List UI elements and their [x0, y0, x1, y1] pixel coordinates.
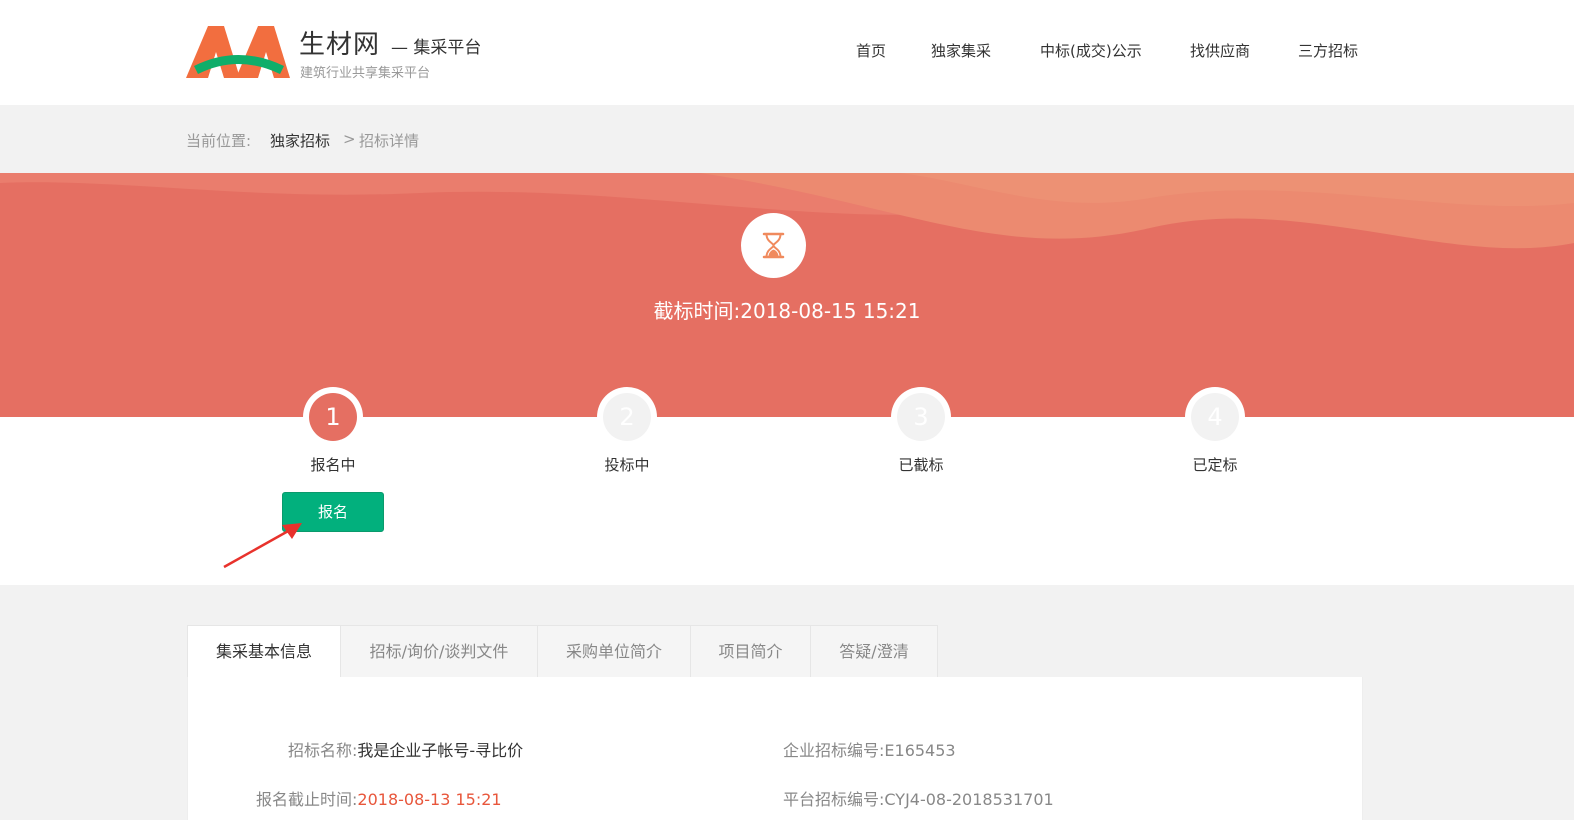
nav-home[interactable]: 首页 — [856, 40, 886, 61]
step-number: 2 — [603, 393, 651, 441]
step-number: 4 — [1191, 393, 1239, 441]
breadcrumb-current: 招标详情 — [359, 132, 420, 150]
breadcrumb-link-exclusive-tender[interactable]: 独家招标 — [270, 130, 330, 151]
brand-slogan: 建筑行业共享集采平台 — [300, 66, 431, 81]
step-1-circle: 1 — [303, 387, 363, 447]
step-2-label: 投标中 — [604, 456, 650, 474]
breadcrumb: 当前位置: 独家招标 > 招标详情 — [0, 105, 1574, 174]
nav-exclusive-procurement[interactable]: 独家集采 — [931, 40, 991, 61]
tender-progress-steps: 1 报名中 2 投标中 3 已截标 4 已定标 报名 — [0, 387, 1574, 585]
signup-deadline-value: 2018-08-13 15:21 — [357, 790, 502, 809]
step-3-label: 已截标 — [898, 456, 944, 474]
step-number: 1 — [309, 393, 357, 441]
deadline-banner: 截标时间:2018-08-15 15:21 — [0, 173, 1574, 417]
deadline-label: 截标时间: — [653, 299, 741, 323]
tab-basic-info[interactable]: 集采基本信息 — [187, 625, 341, 678]
platform-code-label: 平台招标编号: — [783, 790, 885, 809]
signup-deadline-label: 报名截止时间: — [256, 790, 358, 809]
breadcrumb-prefix: 当前位置: — [186, 132, 252, 150]
tab-purchaser-profile[interactable]: 采购单位简介 — [537, 625, 691, 678]
main-nav: 首页 独家集采 中标(成交)公示 找供应商 三方招标 — [0, 40, 1574, 64]
signup-deadline-field: 报名截止时间:2018-08-13 15:21 — [256, 786, 502, 810]
basic-info-panel: 招标名称:我是企业子帐号-寻比价 企业招标编号:E165453 报名截止时间:2… — [187, 677, 1363, 820]
tab-project-summary[interactable]: 项目简介 — [690, 625, 811, 678]
nav-third-party-tender[interactable]: 三方招标 — [1298, 40, 1358, 61]
tab-tender-documents[interactable]: 招标/询价/谈判文件 — [340, 625, 538, 678]
tender-name-field: 招标名称:我是企业子帐号-寻比价 — [288, 737, 523, 761]
hourglass-icon — [741, 213, 806, 278]
nav-award-announcement[interactable]: 中标(成交)公示 — [1040, 40, 1142, 61]
step-4-label: 已定标 — [1192, 456, 1238, 474]
tender-name-value: 我是企业子帐号-寻比价 — [357, 741, 524, 760]
company-code-value: E165453 — [884, 741, 956, 760]
breadcrumb-separator: > — [343, 130, 356, 148]
deadline-value: 2018-08-15 15:21 — [740, 299, 921, 323]
pointer-arrow-icon — [223, 523, 302, 569]
step-2-circle: 2 — [597, 387, 657, 447]
tender-details-section: 集采基本信息 招标/询价/谈判文件 采购单位简介 项目简介 答疑/澄清 招标名称… — [0, 585, 1574, 820]
step-number: 3 — [897, 393, 945, 441]
nav-find-suppliers[interactable]: 找供应商 — [1190, 40, 1250, 61]
platform-code-field: 平台招标编号:CYJ4-08-2018531701 — [783, 786, 1054, 810]
tender-deadline: 截标时间:2018-08-15 15:21 — [0, 295, 1574, 324]
company-code-label: 企业招标编号: — [783, 741, 885, 760]
company-code-field: 企业招标编号:E165453 — [783, 737, 956, 761]
platform-code-value: CYJ4-08-2018531701 — [884, 790, 1054, 809]
site-header: 生材网 — 集采平台 建筑行业共享集采平台 首页 独家集采 中标(成交)公示 找… — [0, 0, 1574, 105]
step-3-circle: 3 — [891, 387, 951, 447]
step-4-circle: 4 — [1185, 387, 1245, 447]
tender-name-label: 招标名称: — [288, 741, 358, 760]
step-1-label: 报名中 — [310, 456, 356, 474]
tab-qa-clarification[interactable]: 答疑/澄清 — [810, 625, 938, 678]
